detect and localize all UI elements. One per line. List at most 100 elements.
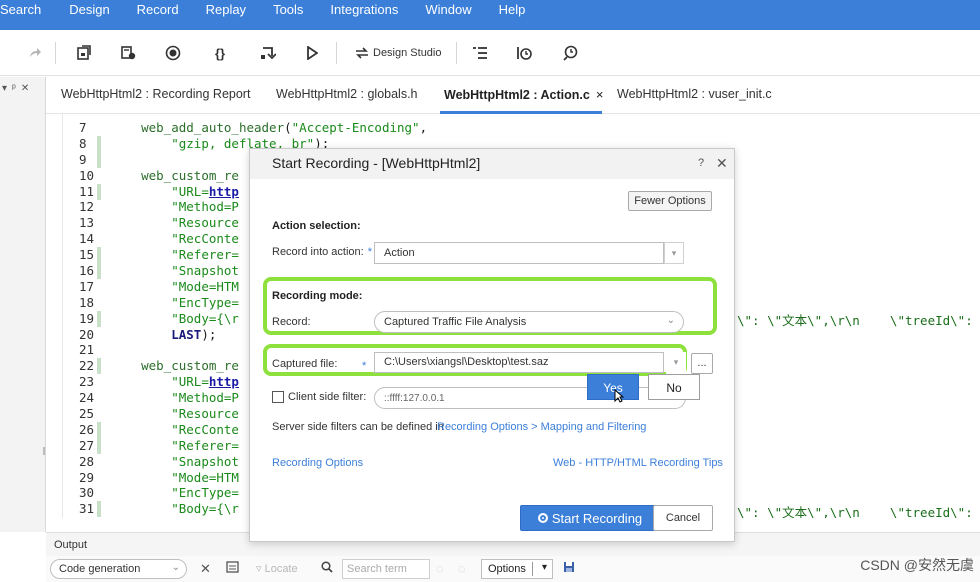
line-number: 9 <box>63 151 103 168</box>
close-icon[interactable]: ✕ <box>716 155 728 172</box>
design-studio-button[interactable]: Design Studio <box>355 43 442 63</box>
line-number: 8 <box>63 135 103 152</box>
menu-tools[interactable]: Tools <box>273 0 324 30</box>
output-view-select[interactable]: Code generation ⌄ <box>50 559 187 579</box>
required-mark: * <box>362 360 367 372</box>
start-recording-button[interactable]: Start Recording <box>520 505 660 531</box>
captured-file-input[interactable]: C:\Users\xiangsl\Desktop\test.saz <box>374 352 664 373</box>
menu-search[interactable]: Search <box>0 0 62 30</box>
fewer-options-button[interactable]: Fewer Options <box>628 191 712 211</box>
find-previous-icon[interactable]: ◌ <box>436 561 444 576</box>
clear-icon[interactable]: ✕ <box>200 561 211 577</box>
list-icon[interactable] <box>472 43 488 63</box>
menu-record[interactable]: Record <box>137 0 200 30</box>
save-script-icon[interactable] <box>76 43 92 63</box>
line-number: 23 <box>79 374 95 390</box>
options-dropdown[interactable]: Options ▾ <box>481 559 553 579</box>
dialog-title: Start Recording - [WebHttpHtml2] <box>272 155 481 171</box>
search-icon[interactable] <box>321 561 333 576</box>
line-number: 12 <box>79 199 95 215</box>
line-number: 22 <box>63 358 103 375</box>
chevron-down-icon[interactable]: ▾ <box>664 242 684 264</box>
line-number: 18 <box>79 294 95 310</box>
options-label: Options <box>488 563 526 575</box>
forward-arrow-icon[interactable] <box>28 43 42 63</box>
line-number-gutter: 7 8 9 10 11 12 13 14 15 16 17 18 19 20 21 22 23 24 25 26 27 2… <box>63 120 103 518</box>
line-number: 15 <box>63 247 103 264</box>
start-recording-label: Start Recording <box>551 510 643 526</box>
line-number: 16 <box>63 263 103 279</box>
search-term-input[interactable]: Search term <box>342 559 430 579</box>
mouse-cursor-icon <box>614 388 625 406</box>
tab-action[interactable]: WebHttpHtml2 : Action.c × <box>444 87 603 102</box>
timer-icon[interactable] <box>516 43 532 63</box>
mapping-filtering-link[interactable]: Recording Options > Mapping and Filterin… <box>437 421 646 433</box>
start-recording-dialog: Start Recording - [WebHttpHtml2] ? ✕ Few… <box>249 148 735 542</box>
record-icon[interactable] <box>165 43 181 63</box>
tab-globals[interactable]: WebHttpHtml2 : globals.h <box>276 87 418 101</box>
locate-button[interactable]: ▿ Locate <box>256 562 298 575</box>
record-into-action-label: Record into action: * <box>272 246 372 258</box>
search-timer-icon[interactable] <box>563 43 579 63</box>
record-mode-select[interactable]: Captured Traffic File Analysis ⌄ <box>374 311 684 333</box>
line-number: 10 <box>79 167 95 183</box>
left-panel: ▾ ᵖ ✕ <box>0 77 46 532</box>
panel-dropdown-icon[interactable]: ▾ <box>2 83 7 94</box>
watermark: CSDN @安然无虞 <box>860 557 974 573</box>
record-label: Record: <box>272 316 311 328</box>
tab-action-label: WebHttpHtml2 : Action.c <box>444 88 590 102</box>
menu-design[interactable]: Design <box>69 0 130 30</box>
client-filter-input[interactable]: ::ffff:127.0.0.1 <box>374 387 686 409</box>
line-number: 13 <box>79 215 95 231</box>
line-number: 24 <box>79 390 95 406</box>
splitter-grip[interactable] <box>43 447 45 455</box>
action-selection-heading: Action selection: <box>272 220 361 232</box>
chevron-down-icon[interactable]: ▾ <box>666 352 686 374</box>
tab-close-icon[interactable]: × <box>596 87 604 102</box>
line-number: 29 <box>79 469 95 485</box>
code-fragment-line-31: \": \"文本\",\r\n \"treeId\": <box>737 505 973 518</box>
line-number: 27 <box>63 437 103 454</box>
output-toolbar: Code generation ⌄ ✕ ▿ Locate Search term… <box>46 556 980 582</box>
tab-recording-report[interactable]: WebHttpHtml2 : Recording Report <box>61 87 250 101</box>
dialog-title-bar: Start Recording - [WebHttpHtml2] ? ✕ <box>250 149 734 179</box>
browse-button[interactable]: ... <box>691 353 713 374</box>
line-number: 31 <box>63 501 103 518</box>
client-filter-checkbox[interactable] <box>272 391 284 403</box>
step-icon[interactable] <box>260 43 276 63</box>
braces-icon[interactable]: {} <box>215 43 225 63</box>
line-number: 14 <box>79 231 95 247</box>
client-filter-label: Client side filter: <box>288 391 367 403</box>
record-dot-icon <box>537 513 548 523</box>
menu-replay[interactable]: Replay <box>206 0 267 30</box>
recording-tips-link[interactable]: Web - HTTP/HTML Recording Tips <box>553 457 723 469</box>
save-output-icon[interactable] <box>563 561 575 576</box>
panel-close-icon[interactable]: ✕ <box>21 83 29 94</box>
chevron-down-icon: ⌄ <box>171 562 180 573</box>
menu-window[interactable]: Window <box>425 0 492 30</box>
menu-integrations[interactable]: Integrations <box>330 0 419 30</box>
yes-button[interactable]: Yes <box>587 374 639 400</box>
line-number: 30 <box>79 485 95 501</box>
cancel-button[interactable]: Cancel <box>653 505 713 531</box>
recording-mode-heading: Recording mode: <box>272 290 363 302</box>
menu-help[interactable]: Help <box>499 0 547 30</box>
recording-options-link[interactable]: Recording Options <box>272 457 363 469</box>
editor-tabs: WebHttpHtml2 : Recording Report WebHttpH… <box>46 77 980 114</box>
find-next-icon[interactable]: ◌ <box>458 561 466 576</box>
pin-icon[interactable]: ᵖ <box>12 83 16 94</box>
menu-bar: Search Design Record Replay Tools Integr… <box>0 0 980 30</box>
record-list-icon[interactable] <box>120 43 136 63</box>
line-number: 26 <box>63 421 103 438</box>
tab-vuser-init[interactable]: WebHttpHtml2 : vuser_init.c <box>617 87 772 101</box>
panel-controls: ▾ ᵖ ✕ <box>2 83 29 94</box>
help-icon[interactable]: ? <box>698 157 704 169</box>
action-select[interactable]: Action <box>374 242 664 264</box>
design-studio-icon <box>355 47 369 59</box>
no-button[interactable]: No <box>648 374 700 400</box>
line-number: 28 <box>79 453 95 469</box>
run-icon[interactable] <box>306 43 318 63</box>
output-grid-icon[interactable] <box>226 561 239 576</box>
design-studio-label: Design Studio <box>373 47 442 59</box>
chevron-down-icon: ▾ <box>541 562 547 573</box>
